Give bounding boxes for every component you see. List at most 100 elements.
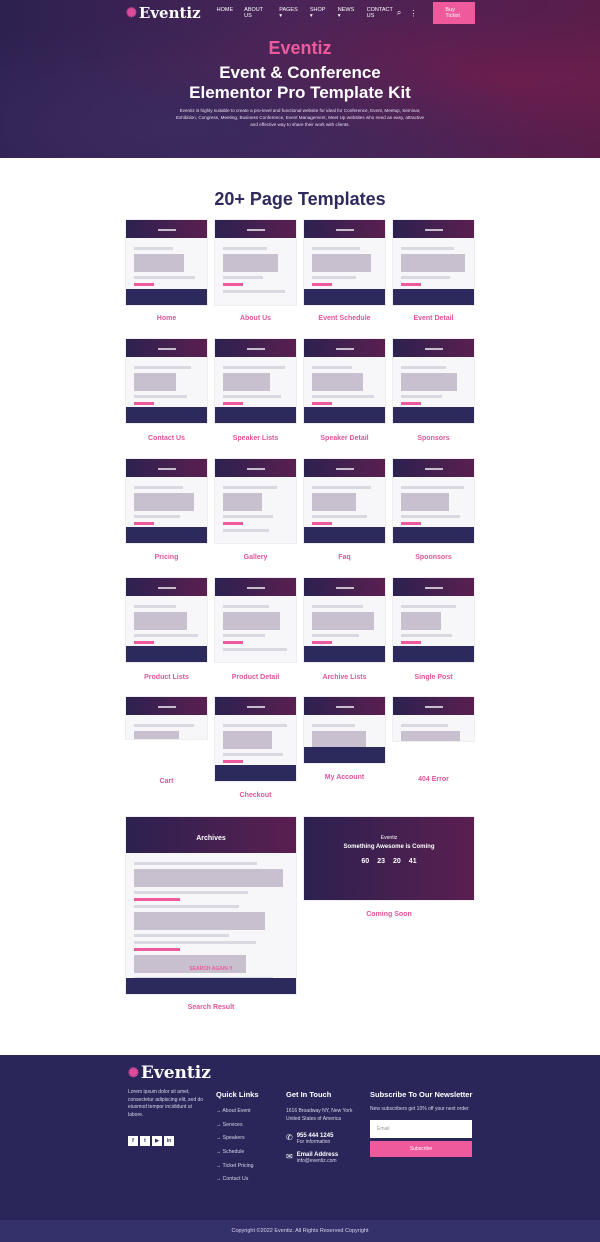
template-card-cart[interactable]: Cart (125, 696, 208, 788)
template-card-faq[interactable]: Faq (303, 458, 386, 564)
template-thumbnail[interactable] (392, 219, 475, 306)
email-address[interactable]: info@eventiz.com (297, 1158, 338, 1166)
template-card-event-detail[interactable]: Event Detail (392, 219, 475, 325)
subscribe-button[interactable]: Subscribe (370, 1140, 472, 1157)
coming-brand: Eventiz (380, 835, 398, 841)
template-card-contact-us[interactable]: Contact Us (125, 338, 208, 445)
template-card-single-post[interactable]: Single Post (392, 577, 475, 684)
template-label[interactable]: Spoonsors (392, 554, 475, 561)
template-card-pricing[interactable]: Pricing (125, 458, 208, 564)
nav-item[interactable]: CONTACT US (367, 7, 397, 19)
template-card-spoonsors[interactable]: Spoonsors (392, 458, 475, 564)
newsletter-title: Subscribe To Our Newsletter (370, 1090, 473, 1099)
template-label[interactable]: Coming Soon (303, 911, 475, 918)
template-thumbnail[interactable] (303, 338, 386, 424)
countdown: 60 23 20 41 (304, 858, 474, 865)
template-label[interactable]: Product Detail (214, 674, 297, 681)
template-thumbnail[interactable] (214, 338, 297, 424)
template-label[interactable]: Faq (303, 554, 386, 561)
quick-link[interactable]: → Schedule (216, 1149, 259, 1163)
template-card-search-result[interactable]: Archives SEARCH AGAIN !! Search Result (125, 816, 297, 1014)
template-thumbnail[interactable] (214, 696, 297, 782)
template-card-sponsors[interactable]: Sponsors (392, 338, 475, 445)
template-thumbnail[interactable] (125, 219, 208, 306)
nav-item[interactable]: PAGES ▾ (279, 7, 299, 19)
template-label[interactable]: Single Post (392, 674, 475, 681)
template-label[interactable]: 404 Error (392, 776, 475, 783)
template-thumbnail[interactable] (392, 338, 475, 424)
quick-link[interactable]: → Speakers (216, 1135, 259, 1149)
template-thumbnail[interactable] (125, 577, 208, 663)
template-card-home[interactable]: Home (125, 219, 208, 325)
social-links: f t ▶ in (128, 1129, 206, 1147)
social-icon[interactable]: f (128, 1136, 138, 1146)
search-icon[interactable]: ⌕ (397, 8, 401, 18)
nav-item[interactable]: SHOP ▾ (310, 7, 327, 19)
email-input[interactable]: Email (370, 1119, 472, 1138)
template-label[interactable]: About Us (214, 315, 297, 322)
template-label[interactable]: Contact Us (125, 435, 208, 442)
logo[interactable]: ✺ Eventiz (126, 4, 201, 22)
nav-item[interactable]: HOME (217, 7, 234, 19)
template-card-product-detail[interactable]: Product Detail (214, 577, 297, 684)
template-label[interactable]: Event Detail (392, 315, 475, 322)
template-label[interactable]: Checkout (214, 792, 297, 799)
template-label[interactable]: Product Lists (125, 674, 208, 681)
thumb-header (304, 339, 385, 357)
template-label[interactable]: Home (125, 315, 208, 322)
template-label[interactable]: Cart (125, 778, 208, 785)
template-label[interactable]: Speaker Lists (214, 435, 297, 442)
template-thumbnail[interactable] (392, 458, 475, 544)
quick-links-list: → About Event → Services → Speakers → Sched… (216, 1108, 259, 1190)
template-thumbnail[interactable]: Eventiz Something Awesome is Coming 60 23 20… (303, 816, 475, 901)
template-card-speaker-lists[interactable]: Speaker Lists (214, 338, 297, 445)
template-label[interactable]: Speaker Detail (303, 435, 386, 442)
template-thumbnail[interactable] (214, 577, 297, 663)
template-label[interactable]: My Account (303, 774, 386, 781)
template-thumbnail[interactable] (214, 219, 297, 306)
footer-logo[interactable]: ✺ Eventiz (128, 1063, 211, 1083)
template-thumbnail[interactable] (125, 458, 208, 544)
template-thumbnail[interactable] (303, 577, 386, 663)
template-thumbnail[interactable] (303, 696, 386, 764)
template-card-archive-lists[interactable]: Archive Lists (303, 577, 386, 684)
buy-ticket-button[interactable]: Buy Ticket (433, 2, 475, 24)
thumb-header (393, 578, 474, 596)
template-card-speaker-detail[interactable]: Speaker Detail (303, 338, 386, 445)
template-label[interactable]: Archive Lists (303, 674, 386, 681)
template-label[interactable]: Search Result (125, 1004, 297, 1011)
template-card-checkout[interactable]: Checkout (214, 696, 297, 802)
template-card-event-schedule[interactable]: Event Schedule (303, 219, 386, 325)
quick-link[interactable]: → Contact Us (216, 1176, 259, 1190)
social-icon[interactable]: t (140, 1136, 150, 1146)
thumb-footer (304, 289, 385, 305)
quick-link[interactable]: → Services (216, 1122, 259, 1136)
template-thumbnail[interactable] (392, 577, 475, 663)
quick-link[interactable]: → About Event (216, 1108, 259, 1122)
social-icon[interactable]: in (164, 1136, 174, 1146)
nav-item[interactable]: ABOUT US (244, 7, 268, 19)
template-card-coming-soon[interactable]: Eventiz Something Awesome is Coming 60 23 20… (303, 816, 475, 921)
template-card-gallery[interactable]: Gallery (214, 458, 297, 564)
quick-link[interactable]: → Ticket Pricing (216, 1163, 259, 1177)
template-thumbnail[interactable] (303, 458, 386, 544)
template-card-product-lists[interactable]: Product Lists (125, 577, 208, 684)
nav-item[interactable]: NEWS ▾ (338, 7, 356, 19)
template-thumbnail[interactable] (303, 219, 386, 306)
template-card-404-error[interactable]: 404 Error (392, 696, 475, 786)
template-label[interactable]: Pricing (125, 554, 208, 561)
thumb-footer (126, 407, 207, 423)
template-thumbnail[interactable] (125, 338, 208, 424)
template-thumbnail[interactable]: Archives SEARCH AGAIN !! (125, 816, 297, 995)
template-label[interactable]: Sponsors (392, 435, 475, 442)
template-label[interactable]: Event Schedule (303, 315, 386, 322)
template-thumbnail[interactable] (125, 696, 208, 740)
template-card-about-us[interactable]: About Us (214, 219, 297, 325)
template-label[interactable]: Gallery (214, 554, 297, 561)
template-thumbnail[interactable] (392, 696, 475, 742)
thumb-footer (215, 765, 296, 781)
template-thumbnail[interactable] (214, 458, 297, 544)
template-card-my-account[interactable]: My Account (303, 696, 386, 784)
social-icon[interactable]: ▶ (152, 1136, 162, 1146)
more-vertical-icon[interactable]: ⋮ (409, 9, 417, 18)
